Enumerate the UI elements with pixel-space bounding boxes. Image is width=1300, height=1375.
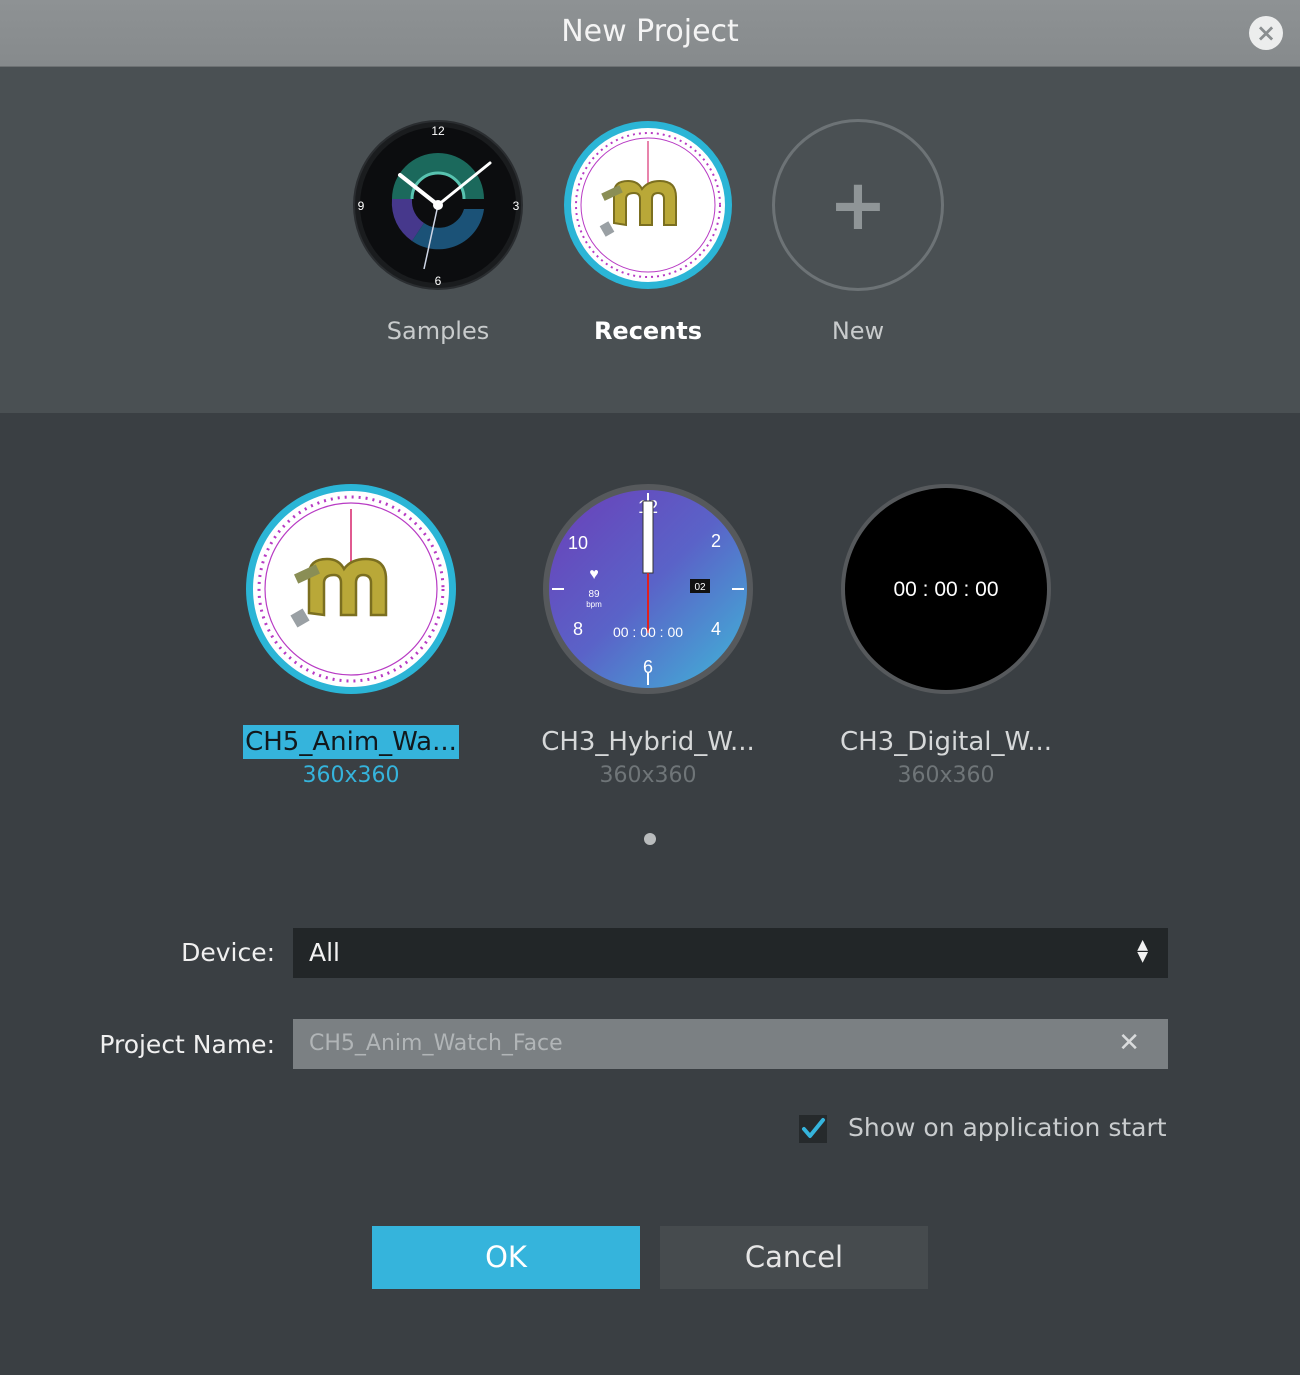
ok-button[interactable]: OK [372,1226,640,1289]
date-value: 02 [694,582,706,593]
device-label: Device: [181,938,275,967]
digital-time: 00 : 00 : 00 [893,578,998,601]
project-size: 360x360 [897,763,995,788]
hybrid-watch-face-thumbnail: 2 4 6 8 10 12 ♥ 89 bpm 02 00 : 00 : 00 [542,483,754,695]
category-samples-label: Samples [386,317,490,345]
page-indicator-dot[interactable] [644,833,656,845]
project-name-label: Project Name: [99,1030,275,1059]
title-bar: New Project × [0,0,1300,67]
project-size: 360x360 [302,763,400,788]
category-new[interactable]: + New [768,119,948,359]
cancel-button[interactable]: Cancel [660,1226,928,1289]
new-project-circle: + [772,119,944,291]
category-new-label: New [831,317,885,345]
svg-text:4: 4 [711,619,721,639]
checkmark-icon [802,1118,825,1138]
anim-watch-face-thumbnail [245,483,457,695]
plus-icon: + [828,164,888,246]
svg-text:8: 8 [573,619,583,639]
digital-watch-face-thumbnail: 00 : 00 : 00 [840,483,1052,695]
category-panel: 12 3 6 9 Samples Recents + New [0,67,1300,413]
window-title: New Project [561,14,739,49]
project-name: CH3_Hybrid_W... [541,727,755,757]
project-tile[interactable]: 2 4 6 8 10 12 ♥ 89 bpm 02 00 : 00 : 00 C… [518,483,778,788]
svg-text:9: 9 [358,199,365,213]
select-arrows-icon: ▲ ▼ [1137,937,1148,965]
svg-text:6: 6 [643,657,653,677]
svg-text:12: 12 [431,124,445,138]
svg-text:3: 3 [513,199,520,213]
project-tile[interactable]: CH5_Anim_Wa... 360x360 [221,483,481,788]
svg-text:6: 6 [435,274,442,288]
svg-text:2: 2 [711,531,721,551]
project-browser: CH5_Anim_Wa... 360x360 2 4 6 8 10 ♥ 89 b… [0,413,1300,1375]
svg-text:10: 10 [568,533,588,553]
bpm-unit: bpm [586,600,602,609]
svg-text:♥: ♥ [589,566,599,583]
project-name-input[interactable]: CH5_Anim_Watch_Face ✕ [293,1019,1168,1069]
project-tile[interactable]: 00 : 00 : 00 CH3_Digital_W... 360x360 [816,483,1076,788]
category-recents-label: Recents [593,317,703,345]
hybrid-time: 00 : 00 : 00 [613,624,683,640]
category-recents[interactable]: Recents [558,119,738,359]
device-select-value: All [309,938,340,967]
close-icon[interactable]: × [1249,16,1283,50]
device-select[interactable]: All ▲ ▼ [293,928,1168,978]
sample-watch-icon: 12 3 6 9 [352,119,524,291]
project-name: CH3_Digital_W... [839,727,1053,757]
show-on-start-label[interactable]: Show on application start [848,1113,1167,1142]
bpm-value: 89 [588,589,600,600]
clear-icon[interactable]: ✕ [1118,1028,1140,1058]
recent-watch-icon [562,119,734,291]
category-samples[interactable]: 12 3 6 9 Samples [348,119,528,359]
project-name: CH5_Anim_Wa... [243,725,459,759]
show-on-start-checkbox[interactable] [799,1115,827,1143]
project-name-placeholder: CH5_Anim_Watch_Face [309,1031,563,1056]
project-size: 360x360 [599,763,697,788]
